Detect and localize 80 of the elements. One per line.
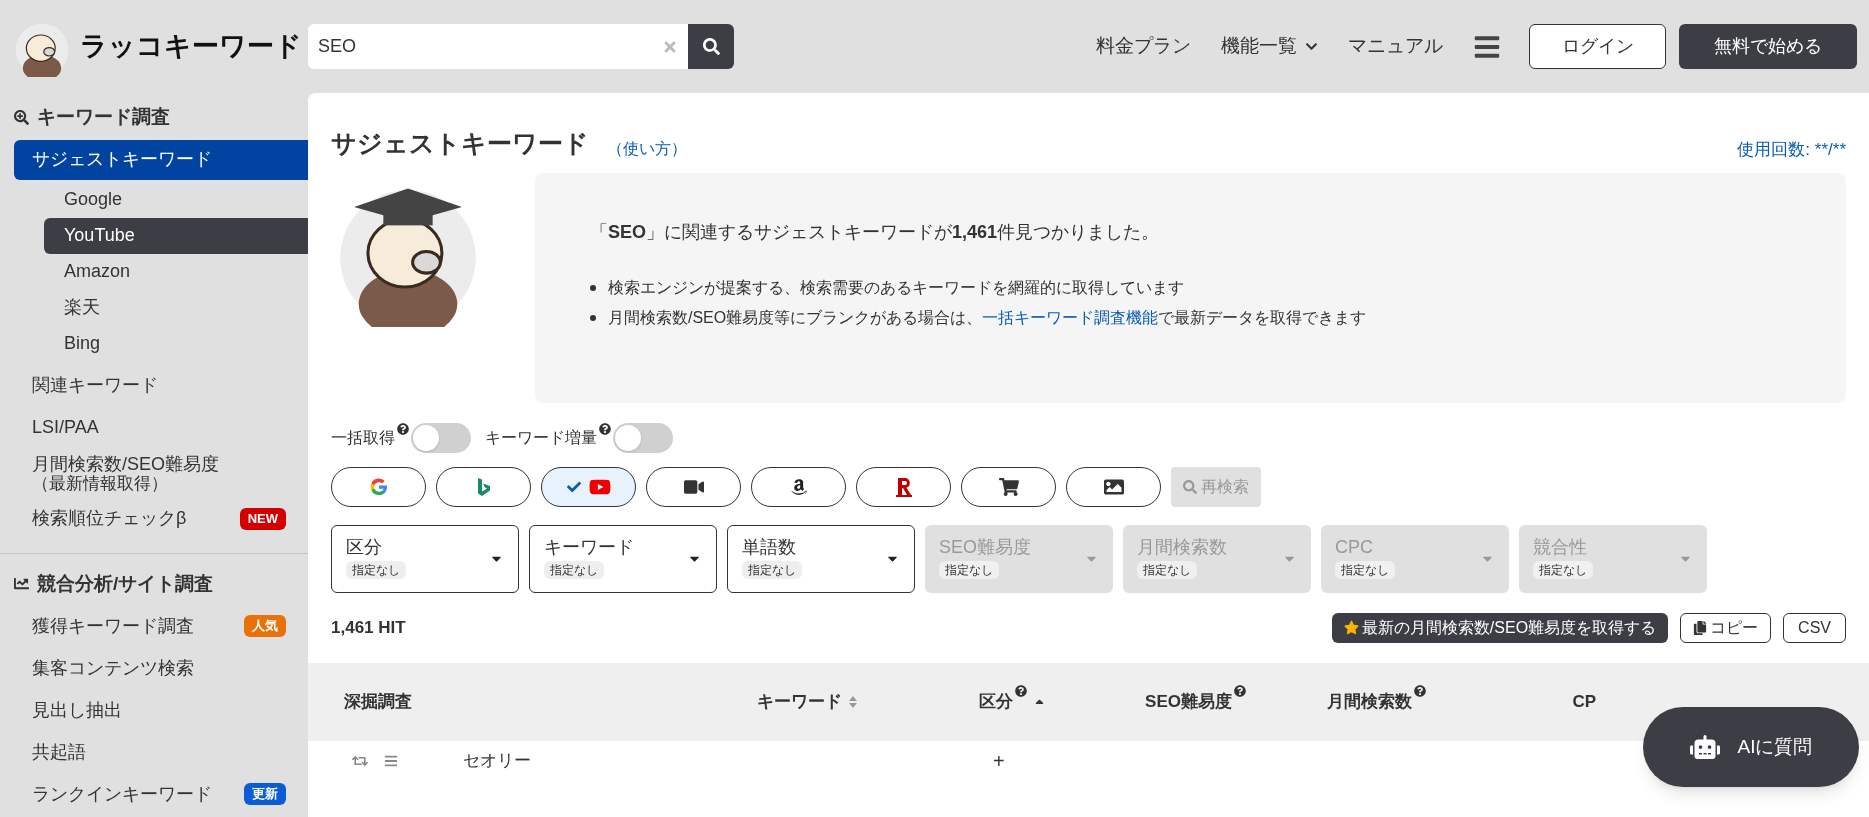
list-icon[interactable] [384, 753, 398, 768]
sidebar-badge: 人気 [244, 615, 286, 638]
filter-select[interactable]: キーワード 指定なし [529, 524, 717, 593]
nav-link[interactable]: 機能一覧 [1221, 32, 1318, 61]
info-bullet: 月間検索数/SEO難易度等にブランクがある場合は、一括キーワード調査機能で最新データを取得できます [590, 305, 1846, 330]
usage-count[interactable]: 使用回数: **/** [1737, 137, 1846, 163]
help-icon[interactable] [397, 422, 409, 435]
sidebar-item[interactable]: 関連キーワード [32, 371, 158, 400]
cart-icon [998, 476, 1019, 497]
filter-select[interactable]: 単語数 指定なし [727, 524, 915, 593]
help-icon[interactable] [1234, 684, 1246, 697]
sidebar-item[interactable]: Google [64, 185, 123, 214]
robot-icon [1689, 732, 1720, 762]
source-button[interactable] [1066, 466, 1161, 507]
rakuten-icon [895, 476, 912, 497]
help-icon[interactable] [1015, 684, 1027, 697]
sidebar-item[interactable]: 楽天 [64, 293, 100, 322]
logo-text[interactable]: ラッコキーワード [80, 26, 302, 67]
search-icon [14, 109, 29, 125]
fetch-button[interactable]: 最新の月間検索数/SEO難易度を取得する [1331, 612, 1669, 643]
sidebar-item[interactable]: LSI/PAA [32, 413, 99, 442]
chevron-down-icon [1305, 40, 1318, 53]
column-header[interactable]: SEO難易度 [1145, 688, 1246, 715]
sidebar-badge: NEW [239, 507, 286, 530]
csv-button[interactable]: CSV [1783, 612, 1846, 643]
sidebar-item[interactable]: Amazon [64, 257, 131, 286]
help-icon[interactable] [599, 422, 611, 435]
source-button[interactable] [436, 466, 531, 507]
info-bullet: 検索エンジンが提案する、検索需要のあるキーワードを網羅的に取得しています [590, 275, 1846, 300]
sidebar-item[interactable]: 見出し抽出 [32, 695, 122, 725]
toggle-label: キーワード増量 [485, 427, 597, 448]
amazon-icon [789, 477, 808, 496]
check-icon [566, 479, 581, 494]
source-button[interactable] [961, 466, 1056, 507]
sidebar-item[interactable]: 共起語 [32, 737, 86, 767]
source-button[interactable] [751, 466, 846, 507]
nav-link[interactable]: 料金プラン [1096, 32, 1191, 61]
signup-button[interactable]: 無料で始める [1679, 24, 1857, 69]
star-icon [1343, 620, 1359, 635]
sidebar-item[interactable]: 集客コンテンツ検索 [32, 653, 194, 683]
sidebar-section-title: キーワード調査 [37, 105, 170, 129]
sidebar-badge: 更新 [244, 783, 286, 806]
help-link[interactable]: （使い方） [607, 136, 687, 161]
login-button[interactable]: ログイン [1529, 24, 1666, 69]
toggle-label: 一括取得 [331, 427, 395, 448]
source-button[interactable] [541, 466, 636, 507]
nav-link[interactable]: マニュアル [1348, 32, 1443, 61]
sidebar-item-note: （最新情報取得） [32, 475, 169, 495]
summary-text: 「SEO」に関連するサジェストキーワードが1,461件見つかりました。 [590, 220, 1161, 244]
column-header[interactable]: 区分 [979, 688, 1027, 715]
category-cell-text: + [993, 748, 1005, 774]
sidebar-item[interactable]: ランクインキーワード [32, 779, 212, 809]
toggle-switch[interactable] [411, 422, 471, 453]
ai-question-button[interactable]: AIに質問 [1643, 707, 1859, 787]
keyword-cell-text: セオリー [463, 749, 532, 772]
google-icon [368, 476, 389, 497]
column-header[interactable]: キーワード [757, 688, 842, 715]
column-header[interactable]: 月間検索数 [1327, 688, 1426, 715]
search-button[interactable] [688, 24, 734, 69]
source-button[interactable] [646, 466, 741, 507]
search-icon [702, 38, 720, 55]
sidebar-item[interactable]: Bing [64, 329, 101, 358]
page-title: サジェストキーワード [331, 128, 589, 159]
sidebar-item[interactable]: 検索順位チェックβ [32, 504, 187, 533]
sidebar-item[interactable]: 獲得キーワード調査 [32, 611, 194, 641]
source-button[interactable] [856, 466, 951, 507]
column-header[interactable]: 深掘調査 [344, 688, 412, 715]
toggle-switch[interactable] [613, 422, 673, 453]
hit-count: 1,461 HIT [331, 616, 406, 639]
copy-button[interactable]: コピー [1680, 612, 1772, 643]
search-icon [1183, 479, 1197, 494]
source-button[interactable] [331, 466, 426, 507]
help-icon[interactable] [1414, 684, 1426, 697]
filter-select[interactable]: 区分 指定なし [331, 524, 519, 593]
bulk-keyword-link[interactable]: 一括キーワード調査機能 [982, 308, 1159, 326]
column-header[interactable]: CP [1572, 688, 1596, 715]
sidebar-section-title: 競合分析/サイト調査 [37, 571, 214, 596]
copy-icon [1693, 620, 1708, 635]
chart-icon [14, 576, 29, 592]
search-field[interactable]: SEO [308, 24, 688, 69]
